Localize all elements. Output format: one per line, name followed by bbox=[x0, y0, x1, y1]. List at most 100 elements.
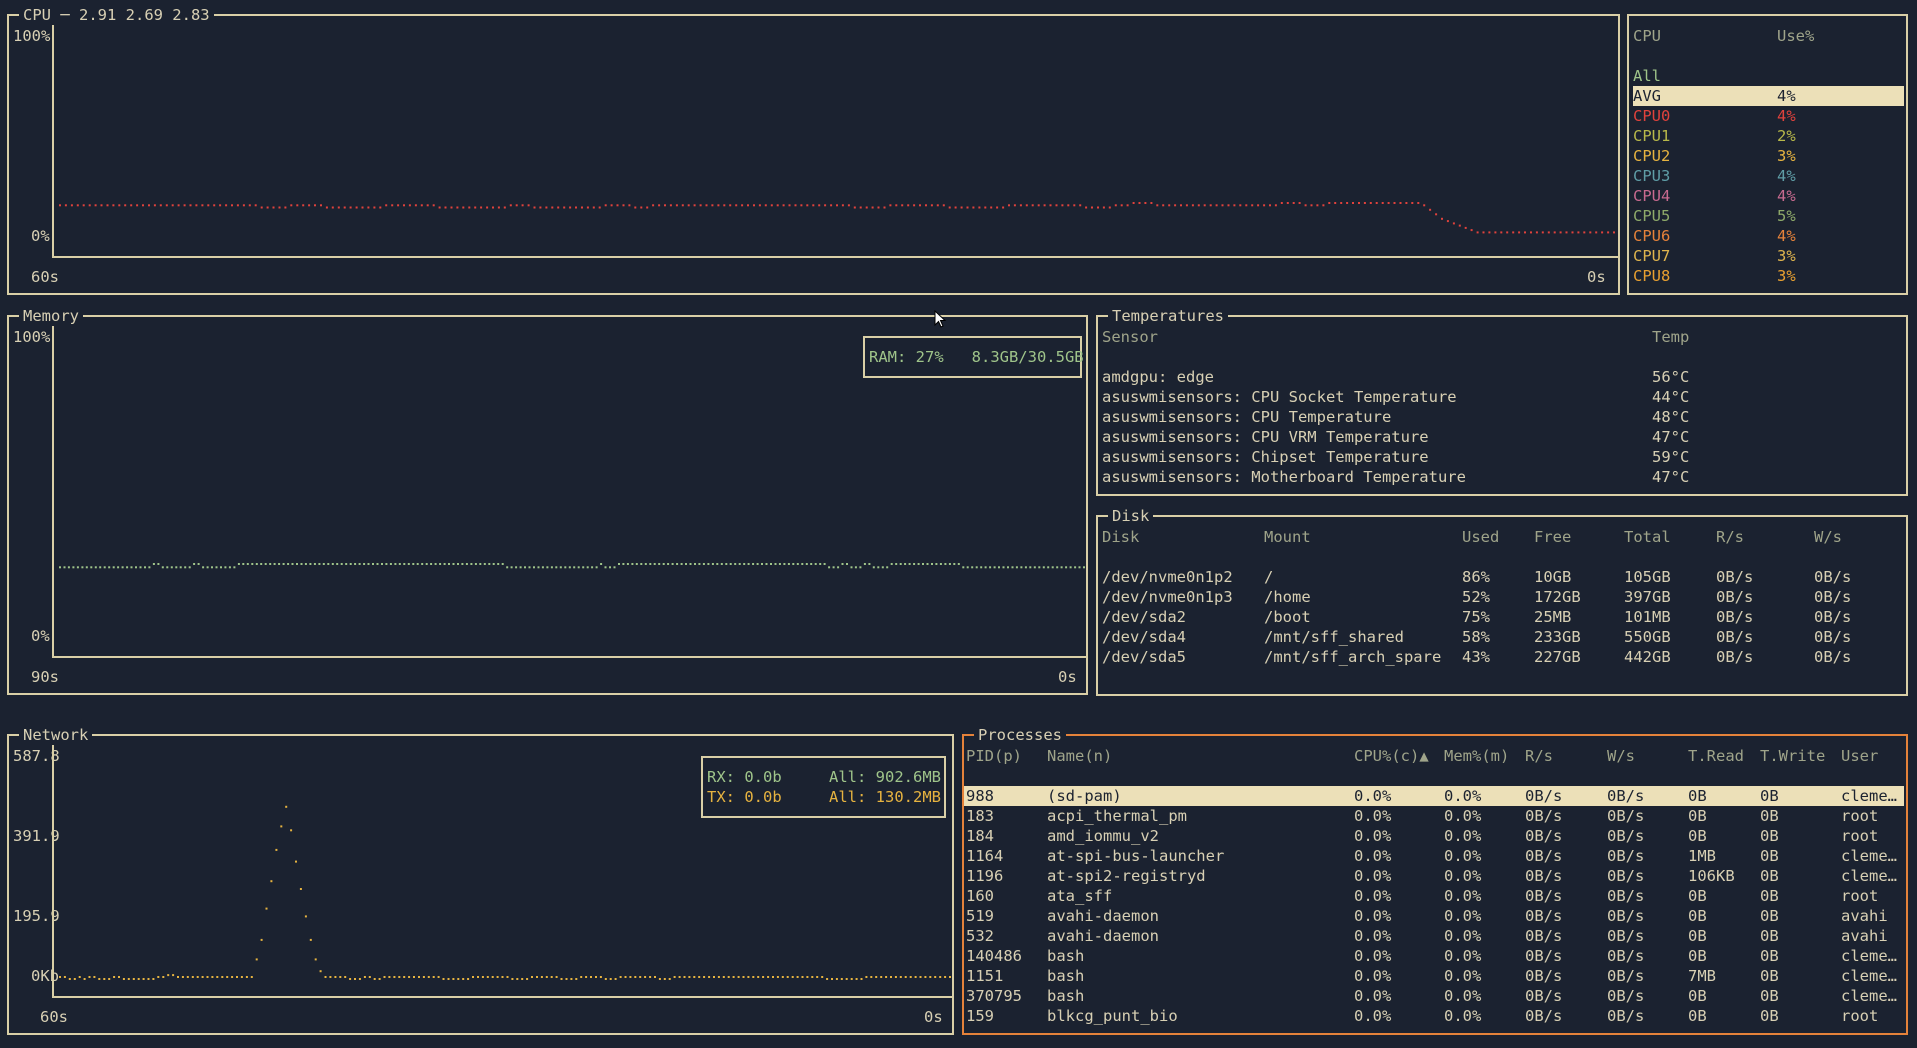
cpu-line-point bbox=[1263, 204, 1266, 207]
temperature-row[interactable]: asuswmisensors: CPU VRM Temperature 47°C bbox=[1098, 427, 1904, 447]
cpu-table-row-cpu0[interactable]: CPU0 4% bbox=[1633, 106, 1904, 126]
ram-line-point bbox=[819, 563, 822, 565]
process-row[interactable]: 184 amd_iommu_v2 0.0% 0.0% 0B/s 0B/s 0B 0B root bbox=[964, 826, 1904, 846]
cpu-table-row-all[interactable]: All bbox=[1633, 66, 1904, 86]
temperatures-panel[interactable]: Temperatures Sensor Temp amdgpu: edge 56°C a… bbox=[1096, 306, 1908, 496]
cpu-table-row-cpu3[interactable]: CPU3 4% bbox=[1633, 166, 1904, 186]
cpu-table-row-cpu1[interactable]: CPU1 2% bbox=[1633, 126, 1904, 146]
disk-row[interactable]: /dev/sda2/boot 75% 25MB 101MB 0B/s 0B/s bbox=[1098, 607, 1904, 627]
ram-line-point bbox=[81, 566, 84, 569]
temperature-cell: 47°C bbox=[1652, 428, 1690, 446]
ram-line-point bbox=[215, 566, 218, 569]
tx-line-point bbox=[260, 938, 263, 941]
process-header-4[interactable]: R/s bbox=[1525, 746, 1553, 766]
temperature-header-0[interactable]: Sensor bbox=[1102, 327, 1158, 347]
cpu-table-header-cpu[interactable]: CPU bbox=[1633, 26, 1661, 46]
temperature-row[interactable]: asuswmisensors: CPU Socket Temperature 44… bbox=[1098, 387, 1904, 407]
disk-header-5[interactable]: R/s bbox=[1716, 527, 1744, 547]
process-row[interactable]: 1151 bash 0.0% 0.0% 0B/s 0B/s 7MB 0B cleme… bbox=[964, 966, 1904, 986]
cpu-line-point bbox=[70, 204, 73, 207]
process-row[interactable]: 183 acpi_thermal_pm 0.0% 0.0% 0B/s 0B/s 0B 0B ro… bbox=[964, 806, 1904, 826]
process-row[interactable]: 519 avahi-daemon 0.0% 0.0% 0B/s 0B/s 0B 0B avahi bbox=[964, 906, 1904, 926]
temperature-row[interactable]: asuswmisensors: CPU Temperature 48°C bbox=[1098, 407, 1904, 427]
ram-line-point bbox=[206, 566, 209, 569]
temperature-header-1[interactable]: Temp bbox=[1652, 327, 1689, 347]
process-header-5[interactable]: W/s bbox=[1607, 746, 1635, 766]
cpu-line-point bbox=[1203, 204, 1206, 207]
ram-line-point bbox=[640, 563, 643, 565]
cpu-line-point bbox=[812, 204, 815, 207]
cpu-line-point bbox=[818, 204, 821, 207]
cpu-table-row-cpu4[interactable]: CPU4 4% bbox=[1633, 186, 1904, 206]
process-header-6[interactable]: T.Read bbox=[1688, 746, 1744, 766]
process-header-1[interactable]: Name(n) bbox=[1047, 746, 1112, 766]
process-row[interactable]: 532 avahi-daemon 0.0% 0.0% 0B/s 0B/s 0B 0B avahi bbox=[964, 926, 1904, 946]
cpu-line-point bbox=[456, 206, 459, 209]
ram-line-point bbox=[519, 566, 522, 569]
disk-header-1[interactable]: Mount bbox=[1264, 527, 1311, 547]
cpu-line-point bbox=[438, 206, 441, 209]
process-header-3[interactable]: Mem%(m) bbox=[1444, 746, 1509, 766]
cpu-line-point bbox=[1073, 204, 1076, 207]
cpu-table-row-cpu5[interactable]: CPU5 5% bbox=[1633, 206, 1904, 226]
tx-line-point bbox=[324, 976, 327, 978]
disk-header-6[interactable]: W/s bbox=[1814, 527, 1842, 547]
temperature-row[interactable]: amdgpu: edge 56°C bbox=[1098, 367, 1904, 387]
ram-line-point bbox=[1083, 566, 1085, 569]
process-cell: 0B bbox=[1760, 907, 1779, 925]
cpu-graph-panel[interactable]: CPU ─ 2.91 2.69 2.83 100% 0% 60s 0s bbox=[7, 5, 1620, 295]
disk-row[interactable]: /dev/sda4/mnt/sff_shared 58% 233GB 550GB 0B/… bbox=[1098, 627, 1904, 647]
process-row[interactable]: 160 ata_sff 0.0% 0.0% 0B/s 0B/s 0B 0B root bbox=[964, 886, 1904, 906]
memory-panel[interactable]: Memory 100% 0% 90s 0s RAM: 27% 8.3GB/30.… bbox=[7, 306, 1088, 695]
disk-header-0[interactable]: Disk bbox=[1102, 527, 1139, 547]
process-row[interactable]: 1196 at-spi2-registryd 0.0% 0.0% 0B/s 0B/s 106… bbox=[964, 866, 1904, 886]
temperature-cell: 59°C bbox=[1652, 448, 1690, 466]
cpu-line-point bbox=[1340, 202, 1343, 204]
cpu-line-point bbox=[153, 204, 156, 207]
process-header-7[interactable]: T.Write bbox=[1760, 746, 1825, 766]
cpu-line-point bbox=[278, 206, 281, 209]
ram-line-point bbox=[694, 563, 696, 565]
disk-panel[interactable]: Disk Disk Mount Used Free Total R/s W/s/dev/nv… bbox=[1096, 506, 1908, 696]
cpu-table-header-use[interactable]: Use% bbox=[1777, 26, 1814, 46]
processes-panel[interactable]: Processes PID(p) Name(n) CPU%(c)▲ Mem%(m) R/… bbox=[962, 725, 1908, 1035]
ram-line-point bbox=[273, 563, 276, 565]
disk-header-3[interactable]: Free bbox=[1534, 527, 1571, 547]
disk-row[interactable]: /dev/nvme0n1p3/home 52% 172GB 397GB 0B/s 0B/s bbox=[1098, 587, 1904, 607]
cpu-table-row-cpu7[interactable]: CPU7 3% bbox=[1633, 246, 1904, 266]
process-header-8[interactable]: User bbox=[1841, 746, 1878, 766]
ram-line-point bbox=[1065, 566, 1068, 569]
cpu-line-point bbox=[782, 204, 785, 207]
cpu-line-point bbox=[290, 204, 293, 207]
ram-line-point bbox=[877, 566, 880, 569]
tx-line-point bbox=[472, 976, 474, 978]
disk-row[interactable]: /dev/nvme0n1p2 / 86% 10GB 105GB 0B/s 0B/s bbox=[1098, 567, 1904, 587]
cpu-line-point bbox=[367, 206, 370, 209]
disk-header-4[interactable]: Total bbox=[1624, 527, 1671, 547]
cpu-table-row-cpu2[interactable]: CPU2 3% bbox=[1633, 146, 1904, 166]
process-row[interactable]: 988 (sd-pam) 0.0% 0.0% 0B/s 0B/s 0B 0B cleme… bbox=[964, 786, 1904, 806]
process-cell: 0B bbox=[1688, 927, 1707, 945]
cpu-line-point bbox=[925, 204, 927, 207]
disk-header-2[interactable]: Used bbox=[1462, 527, 1499, 547]
process-row[interactable]: 1164 at-spi-bus-launcher 0.0% 0.0% 0B/s 0B/s 1… bbox=[964, 846, 1904, 866]
process-row[interactable]: 159 blkcg_punt_bio 0.0% 0.0% 0B/s 0B/s 0B 0B roo… bbox=[964, 1006, 1904, 1026]
process-header-0[interactable]: PID(p) bbox=[966, 746, 1022, 766]
process-row[interactable]: 370795 bash 0.0% 0.0% 0B/s 0B/s 0B 0B cleme… bbox=[964, 986, 1904, 1006]
cpu-table-row-cpu8[interactable]: CPU8 3% bbox=[1633, 266, 1904, 286]
network-panel[interactable]: Network 587.8 391.9 195.9 0Kb 60s 0s RX:… bbox=[7, 725, 954, 1035]
tx-line-point bbox=[570, 978, 573, 980]
temperature-row[interactable]: asuswmisensors: Chipset Temperature 59°C bbox=[1098, 447, 1904, 467]
tx-line-point bbox=[762, 976, 765, 978]
temperature-row[interactable]: asuswmisensors: Motherboard Temperature 4… bbox=[1098, 467, 1904, 487]
cpu-table-row-cpu6[interactable]: CPU6 4% bbox=[1633, 226, 1904, 246]
cpu-table-row-avg[interactable]: AVG 4% bbox=[1633, 86, 1904, 106]
process-header-2[interactable]: CPU%(c)▲ bbox=[1354, 746, 1429, 766]
ram-line-point bbox=[649, 563, 652, 565]
cpu-line-point bbox=[403, 204, 405, 207]
disk-row[interactable]: /dev/sda5/mnt/sff_arch_spare 43% 227GB 442G… bbox=[1098, 647, 1904, 667]
cpu-table-panel[interactable]: CPU Use% All AVG 4% CPU0 4% CPU1 2% CPU2 3% CPU3 4% C… bbox=[1627, 14, 1908, 295]
ram-line-point bbox=[998, 566, 1000, 569]
process-row[interactable]: 140486 bash 0.0% 0.0% 0B/s 0B/s 0B 0B cleme… bbox=[964, 946, 1904, 966]
temperature-cell: amdgpu: edge bbox=[1102, 368, 1214, 386]
